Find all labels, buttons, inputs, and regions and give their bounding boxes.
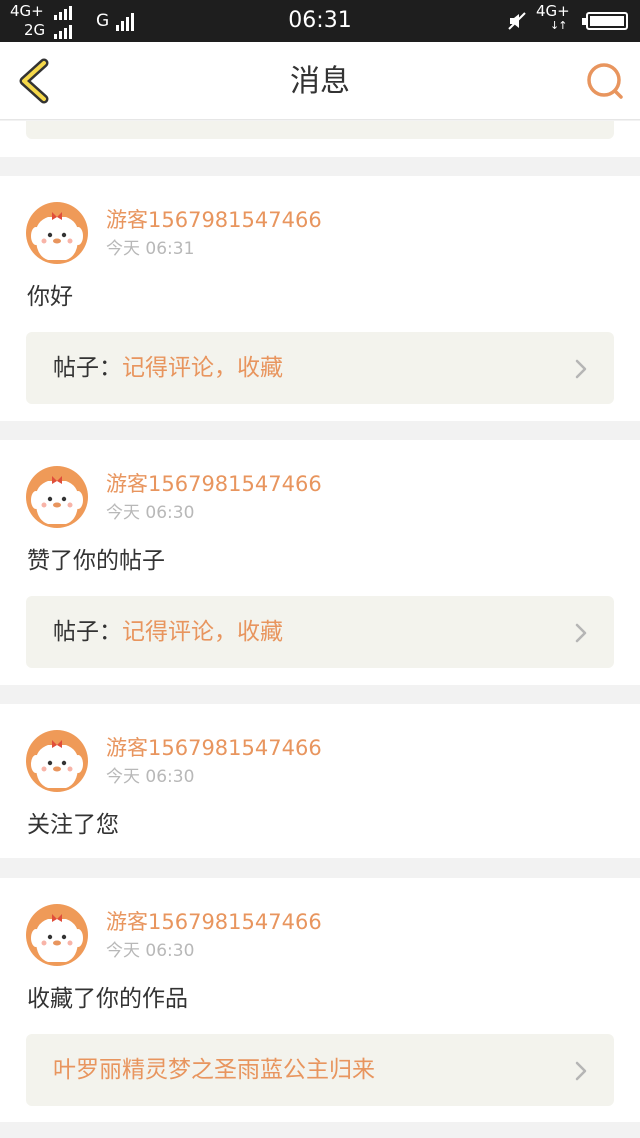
user-name[interactable]: 游客1567981547466 [106,735,322,761]
notification-time: 今天 06:30 [106,503,195,523]
user-name[interactable]: 游客1567981547466 [106,909,322,935]
work-reference-title: 叶罗丽精灵梦之圣雨蓝公主归来 [53,1057,375,1083]
mute-icon [508,12,526,30]
notification-message: 赞了你的帖子 [27,548,165,574]
post-reference-title: 记得评论，收藏 [122,619,283,645]
post-reference-text: 帖子：记得评论，收藏 [53,617,283,647]
notification-message: 关注了您 [27,812,119,838]
post-reference-prefix: 帖子： [53,619,122,645]
post-reference-prefix: 帖子： [53,355,122,381]
avatar[interactable] [26,466,88,528]
search-icon[interactable] [584,60,626,102]
app-header: 消息 [0,42,640,120]
battery-icon [582,12,628,30]
network-type-right: 4G+ [536,2,570,20]
notification-time: 今天 06:31 [106,239,195,259]
avatar[interactable] [26,904,88,966]
chevron-right-icon [575,359,587,379]
post-reference-title: 记得评论，收藏 [122,355,283,381]
reference-box-partial [26,121,614,139]
work-reference-text: 叶罗丽精灵梦之圣雨蓝公主归来 [53,1055,375,1085]
notification-card[interactable]: 游客1567981547466 今天 06:30 收藏了你的作品 叶罗丽精灵梦之… [0,878,640,1122]
notification-card[interactable]: 游客1567981547466 今天 06:30 关注了您 [0,704,640,858]
avatar[interactable] [26,202,88,264]
notification-message: 收藏了你的作品 [27,986,188,1012]
notification-card[interactable]: 游客1567981547466 今天 06:30 赞了你的帖子 帖子：记得评论，… [0,440,640,685]
user-name[interactable]: 游客1567981547466 [106,207,322,233]
notification-time: 今天 06:30 [106,941,195,961]
notification-card[interactable]: 游客1567981547466 今天 06:31 你好 帖子：记得评论，收藏 [0,176,640,421]
post-reference[interactable]: 帖子：记得评论，收藏 [26,596,614,668]
notification-message: 你好 [27,284,73,310]
user-name[interactable]: 游客1567981547466 [106,471,322,497]
data-activity-icon: ↓↑ [550,19,567,32]
post-reference[interactable]: 帖子：记得评论，收藏 [26,332,614,404]
notification-time: 今天 06:30 [106,767,195,787]
chevron-right-icon [575,1061,587,1081]
status-bar: 4G+ 2G G 06:31 4G+ ↓↑ [0,0,640,42]
page-title: 消息 [290,64,350,99]
work-reference[interactable]: 叶罗丽精灵梦之圣雨蓝公主归来 [26,1034,614,1106]
notification-card-partial [0,121,640,157]
post-reference-text: 帖子：记得评论，收藏 [53,353,283,383]
chevron-right-icon [575,623,587,643]
avatar[interactable] [26,730,88,792]
